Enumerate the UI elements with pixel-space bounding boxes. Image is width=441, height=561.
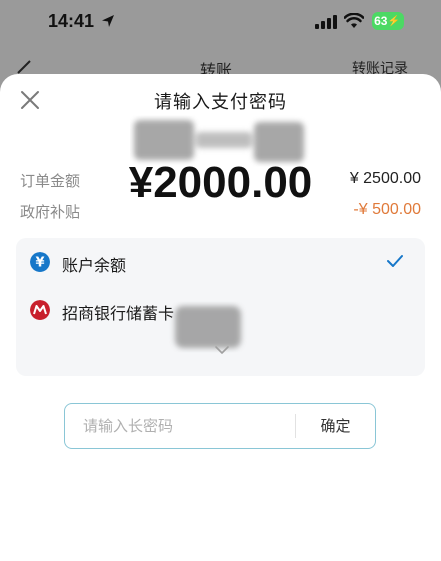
password-input-group: 确定 xyxy=(64,403,376,449)
wifi-icon xyxy=(344,13,364,28)
status-time: 14:41 xyxy=(48,11,95,31)
status-bar: 14:41 63 ⚡ xyxy=(0,0,441,48)
battery-level: 63 xyxy=(374,14,388,28)
sheet-title: 请输入支付密码 xyxy=(154,92,287,113)
svg-text:¥: ¥ xyxy=(35,256,44,271)
chevron-down-icon[interactable] xyxy=(214,345,230,355)
signal-bars-icon xyxy=(315,15,337,29)
location-arrow-icon xyxy=(102,15,114,27)
yuan-coin-icon: ¥ xyxy=(30,252,50,272)
password-input[interactable] xyxy=(83,404,283,447)
subsidy-value: -¥ 500.00 xyxy=(353,201,421,218)
back-arrow-icon xyxy=(17,60,31,74)
card-number-blurred xyxy=(175,306,241,348)
payment-method-balance[interactable]: ¥ 账户余额 xyxy=(16,244,425,280)
payment-method-label: 账户余额 xyxy=(62,256,127,275)
cmb-bank-icon xyxy=(30,300,50,320)
battery-charging-icon: 63 ⚡ xyxy=(372,12,404,30)
order-amount-value: ¥ 2500.00 xyxy=(349,170,421,187)
order-amount-label: 订单金额 xyxy=(20,172,81,190)
subsidy-label: 政府补贴 xyxy=(20,203,81,221)
check-icon xyxy=(387,255,403,267)
confirm-button[interactable]: 确定 xyxy=(296,404,375,447)
payment-method-label: 招商银行储蓄卡 xyxy=(62,304,175,323)
